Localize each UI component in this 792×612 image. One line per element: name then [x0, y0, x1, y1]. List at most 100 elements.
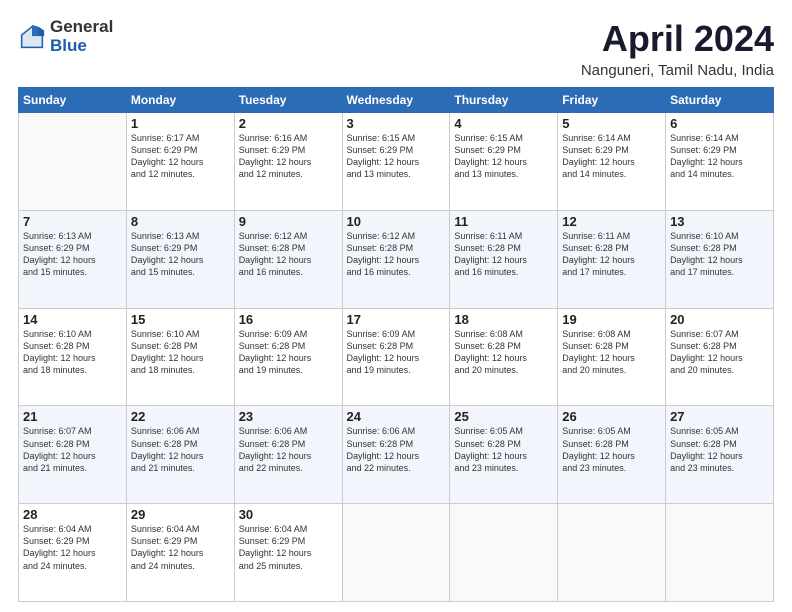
calendar-cell: 22Sunrise: 6:06 AM Sunset: 6:28 PM Dayli… — [126, 406, 234, 504]
day-number: 11 — [454, 214, 553, 229]
day-info: Sunrise: 6:05 AM Sunset: 6:28 PM Dayligh… — [562, 425, 661, 474]
calendar-week-2: 7Sunrise: 6:13 AM Sunset: 6:29 PM Daylig… — [19, 210, 774, 308]
day-info: Sunrise: 6:04 AM Sunset: 6:29 PM Dayligh… — [131, 523, 230, 572]
calendar-cell — [558, 504, 666, 602]
day-info: Sunrise: 6:06 AM Sunset: 6:28 PM Dayligh… — [131, 425, 230, 474]
day-number: 14 — [23, 312, 122, 327]
day-info: Sunrise: 6:05 AM Sunset: 6:28 PM Dayligh… — [670, 425, 769, 474]
calendar-cell: 2Sunrise: 6:16 AM Sunset: 6:29 PM Daylig… — [234, 113, 342, 211]
day-info: Sunrise: 6:10 AM Sunset: 6:28 PM Dayligh… — [23, 328, 122, 377]
calendar-cell: 28Sunrise: 6:04 AM Sunset: 6:29 PM Dayli… — [19, 504, 127, 602]
day-number: 6 — [670, 116, 769, 131]
day-info: Sunrise: 6:04 AM Sunset: 6:29 PM Dayligh… — [239, 523, 338, 572]
calendar-cell: 21Sunrise: 6:07 AM Sunset: 6:28 PM Dayli… — [19, 406, 127, 504]
month-title: April 2024 — [581, 18, 774, 60]
header-row: SundayMondayTuesdayWednesdayThursdayFrid… — [19, 88, 774, 113]
day-info: Sunrise: 6:16 AM Sunset: 6:29 PM Dayligh… — [239, 132, 338, 181]
calendar-week-1: 1Sunrise: 6:17 AM Sunset: 6:29 PM Daylig… — [19, 113, 774, 211]
calendar-cell: 7Sunrise: 6:13 AM Sunset: 6:29 PM Daylig… — [19, 210, 127, 308]
header-cell-monday: Monday — [126, 88, 234, 113]
calendar-header: SundayMondayTuesdayWednesdayThursdayFrid… — [19, 88, 774, 113]
day-number: 5 — [562, 116, 661, 131]
day-number: 18 — [454, 312, 553, 327]
day-number: 17 — [347, 312, 446, 327]
calendar-cell: 20Sunrise: 6:07 AM Sunset: 6:28 PM Dayli… — [666, 308, 774, 406]
calendar-cell: 30Sunrise: 6:04 AM Sunset: 6:29 PM Dayli… — [234, 504, 342, 602]
day-info: Sunrise: 6:11 AM Sunset: 6:28 PM Dayligh… — [454, 230, 553, 279]
day-number: 21 — [23, 409, 122, 424]
day-number: 24 — [347, 409, 446, 424]
day-info: Sunrise: 6:08 AM Sunset: 6:28 PM Dayligh… — [562, 328, 661, 377]
calendar-cell: 19Sunrise: 6:08 AM Sunset: 6:28 PM Dayli… — [558, 308, 666, 406]
day-info: Sunrise: 6:06 AM Sunset: 6:28 PM Dayligh… — [239, 425, 338, 474]
calendar-cell: 5Sunrise: 6:14 AM Sunset: 6:29 PM Daylig… — [558, 113, 666, 211]
day-number: 10 — [347, 214, 446, 229]
calendar-cell: 1Sunrise: 6:17 AM Sunset: 6:29 PM Daylig… — [126, 113, 234, 211]
calendar-cell: 29Sunrise: 6:04 AM Sunset: 6:29 PM Dayli… — [126, 504, 234, 602]
calendar-cell: 13Sunrise: 6:10 AM Sunset: 6:28 PM Dayli… — [666, 210, 774, 308]
calendar-cell: 3Sunrise: 6:15 AM Sunset: 6:29 PM Daylig… — [342, 113, 450, 211]
day-info: Sunrise: 6:10 AM Sunset: 6:28 PM Dayligh… — [670, 230, 769, 279]
day-info: Sunrise: 6:17 AM Sunset: 6:29 PM Dayligh… — [131, 132, 230, 181]
calendar-table: SundayMondayTuesdayWednesdayThursdayFrid… — [18, 87, 774, 602]
day-number: 16 — [239, 312, 338, 327]
day-number: 30 — [239, 507, 338, 522]
day-info: Sunrise: 6:12 AM Sunset: 6:28 PM Dayligh… — [347, 230, 446, 279]
header-cell-wednesday: Wednesday — [342, 88, 450, 113]
day-number: 1 — [131, 116, 230, 131]
day-info: Sunrise: 6:07 AM Sunset: 6:28 PM Dayligh… — [670, 328, 769, 377]
day-number: 2 — [239, 116, 338, 131]
day-number: 20 — [670, 312, 769, 327]
calendar-cell — [342, 504, 450, 602]
calendar-cell: 4Sunrise: 6:15 AM Sunset: 6:29 PM Daylig… — [450, 113, 558, 211]
calendar-cell: 8Sunrise: 6:13 AM Sunset: 6:29 PM Daylig… — [126, 210, 234, 308]
day-number: 25 — [454, 409, 553, 424]
calendar-body: 1Sunrise: 6:17 AM Sunset: 6:29 PM Daylig… — [19, 113, 774, 602]
title-block: April 2024 Nanguneri, Tamil Nadu, India — [581, 18, 774, 79]
calendar-cell: 12Sunrise: 6:11 AM Sunset: 6:28 PM Dayli… — [558, 210, 666, 308]
header-cell-thursday: Thursday — [450, 88, 558, 113]
day-number: 22 — [131, 409, 230, 424]
day-info: Sunrise: 6:14 AM Sunset: 6:29 PM Dayligh… — [670, 132, 769, 181]
day-info: Sunrise: 6:06 AM Sunset: 6:28 PM Dayligh… — [347, 425, 446, 474]
day-number: 7 — [23, 214, 122, 229]
header-cell-friday: Friday — [558, 88, 666, 113]
day-info: Sunrise: 6:10 AM Sunset: 6:28 PM Dayligh… — [131, 328, 230, 377]
day-number: 19 — [562, 312, 661, 327]
day-number: 28 — [23, 507, 122, 522]
day-number: 29 — [131, 507, 230, 522]
day-number: 4 — [454, 116, 553, 131]
calendar-cell: 24Sunrise: 6:06 AM Sunset: 6:28 PM Dayli… — [342, 406, 450, 504]
day-number: 27 — [670, 409, 769, 424]
calendar-cell: 9Sunrise: 6:12 AM Sunset: 6:28 PM Daylig… — [234, 210, 342, 308]
day-info: Sunrise: 6:05 AM Sunset: 6:28 PM Dayligh… — [454, 425, 553, 474]
calendar-cell: 6Sunrise: 6:14 AM Sunset: 6:29 PM Daylig… — [666, 113, 774, 211]
header-cell-sunday: Sunday — [19, 88, 127, 113]
logo-icon — [18, 23, 46, 51]
logo-blue-text: Blue — [50, 37, 113, 56]
day-number: 3 — [347, 116, 446, 131]
header: General Blue April 2024 Nanguneri, Tamil… — [18, 18, 774, 79]
header-cell-saturday: Saturday — [666, 88, 774, 113]
day-number: 26 — [562, 409, 661, 424]
day-info: Sunrise: 6:11 AM Sunset: 6:28 PM Dayligh… — [562, 230, 661, 279]
page: General Blue April 2024 Nanguneri, Tamil… — [0, 0, 792, 612]
calendar-cell — [450, 504, 558, 602]
calendar-cell: 14Sunrise: 6:10 AM Sunset: 6:28 PM Dayli… — [19, 308, 127, 406]
day-info: Sunrise: 6:15 AM Sunset: 6:29 PM Dayligh… — [454, 132, 553, 181]
day-info: Sunrise: 6:04 AM Sunset: 6:29 PM Dayligh… — [23, 523, 122, 572]
day-number: 13 — [670, 214, 769, 229]
day-info: Sunrise: 6:14 AM Sunset: 6:29 PM Dayligh… — [562, 132, 661, 181]
logo-text: General Blue — [50, 18, 113, 55]
day-number: 9 — [239, 214, 338, 229]
calendar-cell: 25Sunrise: 6:05 AM Sunset: 6:28 PM Dayli… — [450, 406, 558, 504]
calendar-cell: 15Sunrise: 6:10 AM Sunset: 6:28 PM Dayli… — [126, 308, 234, 406]
calendar-cell: 18Sunrise: 6:08 AM Sunset: 6:28 PM Dayli… — [450, 308, 558, 406]
day-info: Sunrise: 6:09 AM Sunset: 6:28 PM Dayligh… — [347, 328, 446, 377]
calendar-week-5: 28Sunrise: 6:04 AM Sunset: 6:29 PM Dayli… — [19, 504, 774, 602]
logo: General Blue — [18, 18, 113, 55]
logo-general-text: General — [50, 18, 113, 37]
day-info: Sunrise: 6:08 AM Sunset: 6:28 PM Dayligh… — [454, 328, 553, 377]
calendar-cell — [666, 504, 774, 602]
header-cell-tuesday: Tuesday — [234, 88, 342, 113]
